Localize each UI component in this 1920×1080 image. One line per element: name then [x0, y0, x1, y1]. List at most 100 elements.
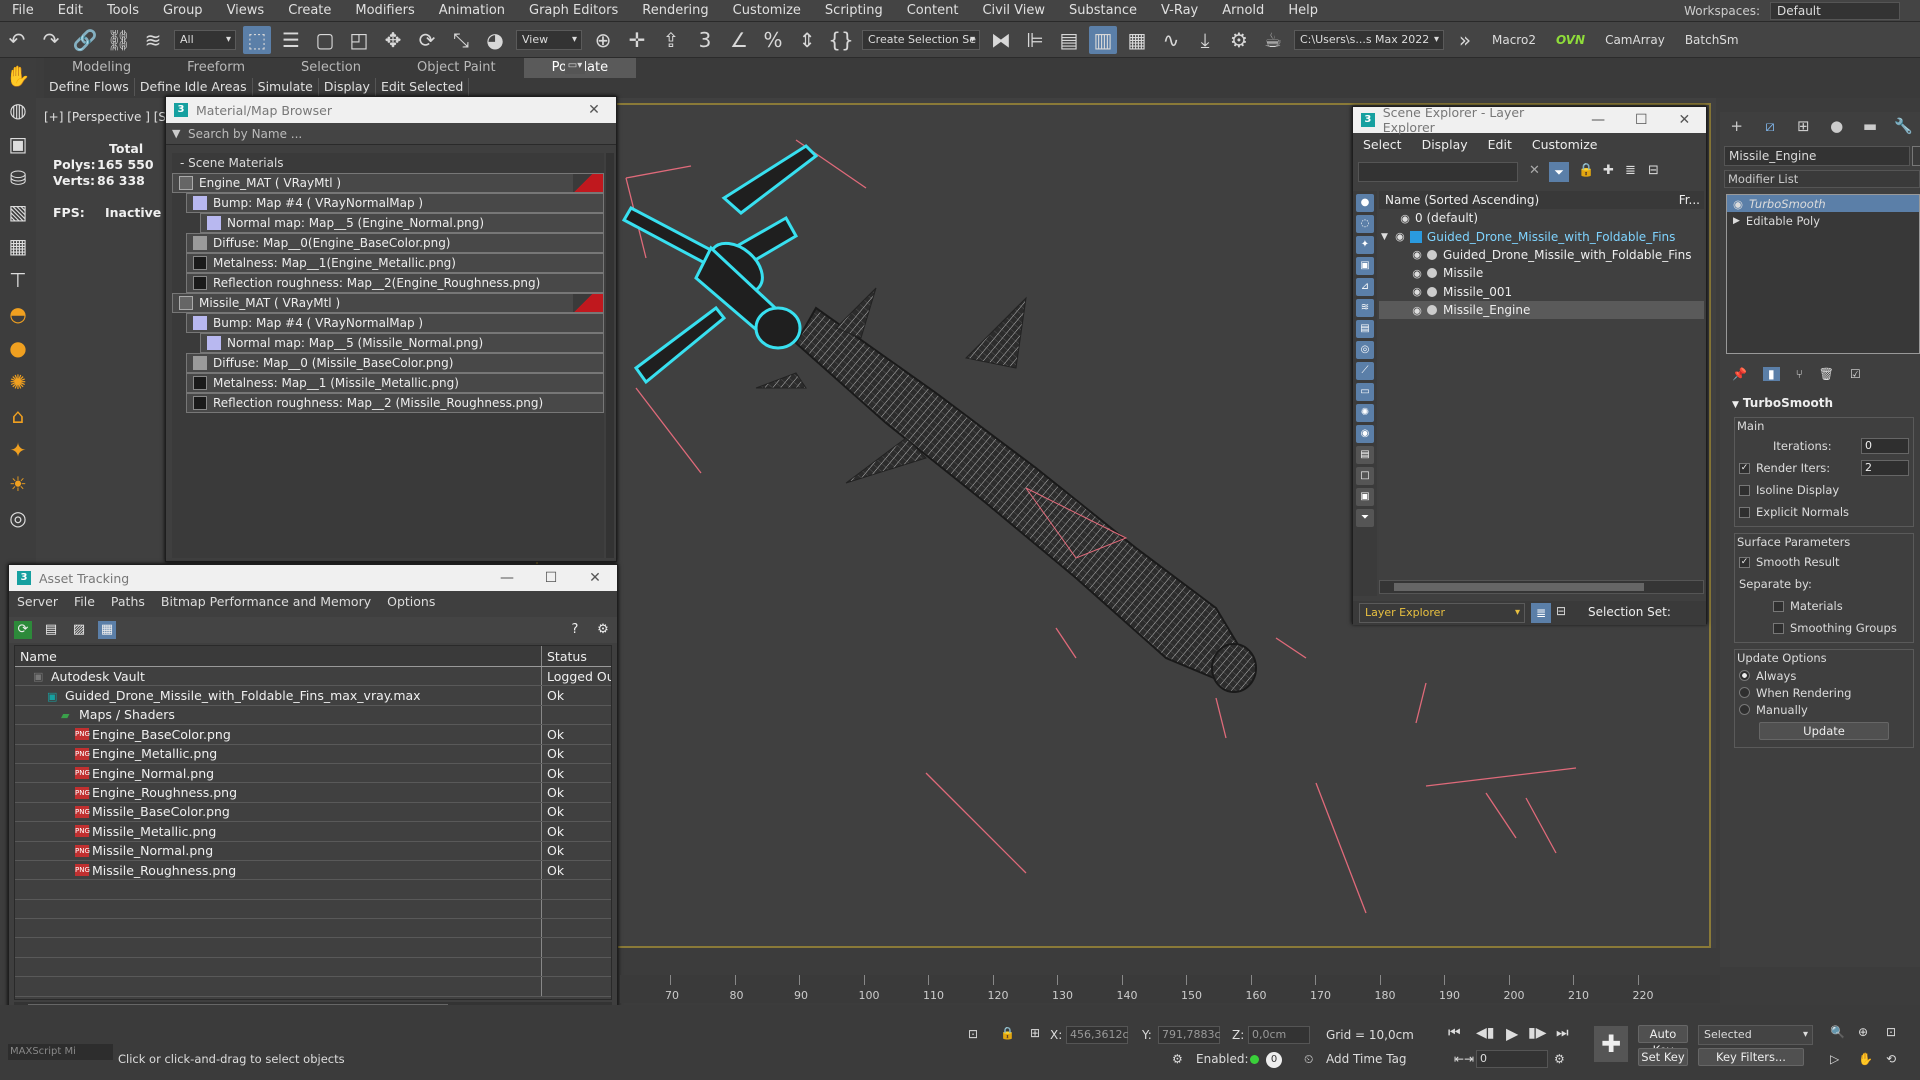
key-filters-button[interactable]: Key Filters... [1698, 1048, 1804, 1066]
update-button[interactable]: Update [1759, 722, 1889, 740]
pivot-icon[interactable]: ⊕ [589, 26, 617, 54]
goto-start-icon[interactable]: ⏮ [1448, 1025, 1461, 1041]
box-icon[interactable]: ▧ [2, 196, 34, 228]
pedestal-icon[interactable]: ⊤ [2, 264, 34, 296]
scene-explorer-icon[interactable]: ▤ [1055, 26, 1083, 54]
snaps-toggle-icon[interactable]: 3 [691, 26, 719, 54]
isoline-display-checkbox[interactable] [1739, 484, 1750, 496]
stack-item-editable-poly[interactable]: ▶ Editable Poly [1727, 212, 1919, 229]
grid-sphere-icon[interactable]: ◎ [2, 502, 34, 534]
menu-item-content[interactable]: Content [895, 0, 971, 22]
remove-modifier-icon[interactable]: 🗑 [1819, 367, 1834, 381]
visibility-filter-icon[interactable]: ◉ [1356, 425, 1374, 443]
map-item[interactable]: Reflection roughness: Map__2 (Missile_Ro… [186, 393, 604, 413]
scene-object-row[interactable]: ◉ Missile [1379, 264, 1704, 282]
named-selection-dropdown[interactable]: Create Selection Se [862, 29, 980, 50]
column-header-name[interactable]: Name [15, 646, 542, 666]
hierarchy-tab-icon[interactable]: ⊞ [1792, 114, 1815, 138]
eye-icon[interactable]: ◉ [1410, 267, 1424, 280]
material-item[interactable]: Engine_MAT ( VRayMtl ) [172, 173, 604, 193]
menu-item-substance[interactable]: Substance [1057, 0, 1149, 22]
asset-menu-file[interactable]: File [66, 591, 103, 613]
lamp-icon[interactable]: ⌂ [2, 400, 34, 432]
lock-selection-icon[interactable]: 🔒 [1000, 1026, 1015, 1040]
walk-icon[interactable]: ✋ [1858, 1052, 1873, 1066]
when-rendering-radio[interactable] [1739, 687, 1750, 698]
stack-item-turbosmooth[interactable]: ◉ TurboSmooth [1727, 195, 1919, 212]
angle-snap-icon[interactable]: ∠ [725, 26, 753, 54]
map-item[interactable]: Diffuse: Map__0 (Missile_BaseColor.png) [186, 353, 604, 373]
chevron-more-icon[interactable]: » [1451, 26, 1479, 54]
add-time-tag-label[interactable]: Add Time Tag [1326, 1052, 1407, 1066]
ovn-button[interactable]: OVN [1556, 33, 1585, 47]
asset-row[interactable]: ▰ Maps / Shaders [15, 705, 611, 726]
y-coordinate-field[interactable]: 791,7883c [1158, 1026, 1221, 1044]
move-icon[interactable]: ✥ [379, 26, 407, 54]
cylinder-icon[interactable]: ⛁ [2, 162, 34, 194]
ribbon-subitem-edit-selected[interactable]: Edit Selected [376, 78, 470, 96]
ribbon-toggle-icon[interactable]: ▦ [1123, 26, 1151, 54]
asset-menu-paths[interactable]: Paths [103, 591, 153, 613]
map-item[interactable]: Bump: Map #4 ( VRayNormalMap ) [186, 313, 604, 333]
asset-row[interactable]: PNG Missile_BaseColor.png Ok [15, 802, 611, 823]
maximize-icon[interactable]: ☐ [529, 570, 573, 586]
material-item[interactable]: Missile_MAT ( VRayMtl ) [172, 293, 604, 313]
rollout-title[interactable]: ▼ TurboSmooth [1724, 394, 1920, 414]
eye-icon[interactable]: ◉ [1410, 304, 1424, 317]
expand-arrow-icon[interactable]: ▼ [1381, 232, 1388, 242]
scale-icon[interactable]: ⤡ [447, 26, 475, 54]
isolate-icon[interactable]: ⊡ [968, 1027, 978, 1041]
set-key-button[interactable]: Set Key [1638, 1048, 1688, 1066]
render-iters-checkbox[interactable]: ✓ [1739, 462, 1750, 474]
create-tab-icon[interactable]: + [1725, 114, 1748, 138]
menu-item-graph-editors[interactable]: Graph Editors [517, 0, 630, 22]
sphere-icon[interactable]: ● [2, 332, 34, 364]
map-item[interactable]: Diffuse: Map__0(Engine_BaseColor.png) [186, 233, 604, 253]
project-path-dropdown[interactable]: C:\Users\s...s Max 2022 [1294, 29, 1444, 50]
x-coordinate-field[interactable]: 456,3612c [1066, 1026, 1129, 1044]
rect-selection-icon[interactable]: ▢ [311, 26, 339, 54]
column-header-name[interactable]: Name (Sorted Ascending) [1385, 191, 1539, 209]
menu-item-file[interactable]: File [0, 0, 46, 22]
menu-item-arnold[interactable]: Arnold [1210, 0, 1276, 22]
lights-filter-icon[interactable]: ✦ [1356, 236, 1374, 254]
material-editor-icon[interactable]: ⚙ [1225, 26, 1253, 54]
helpers-filter-icon[interactable]: ⊿ [1356, 278, 1374, 296]
asset-tracking-titlebar[interactable]: 3 Asset Tracking — ☐ ✕ [9, 565, 617, 591]
table-view-icon[interactable]: ▦ [98, 621, 116, 639]
asset-row[interactable]: PNG Engine_Roughness.png Ok [15, 783, 611, 803]
goto-end-icon[interactable]: ⏭ [1556, 1025, 1569, 1041]
image-view-icon[interactable]: ▨ [70, 621, 88, 639]
layer-explorer-icon[interactable]: ▥ [1089, 25, 1117, 54]
ribbon-tab-modeling[interactable]: Modeling [44, 58, 159, 78]
zoom-all-icon[interactable]: ⊕ [1858, 1025, 1868, 1039]
clear-search-icon[interactable]: ✕ [1529, 163, 1540, 178]
motion-tab-icon[interactable]: ● [1825, 114, 1848, 138]
zoom-icon[interactable]: 🔍 [1830, 1025, 1845, 1039]
scene-materials-group[interactable]: - Scene Materials [172, 153, 604, 173]
scene-layer-row[interactable]: ◉ 0 (default) [1379, 209, 1704, 227]
menu-item-edit[interactable]: Edit [46, 0, 95, 22]
smoothing-groups-checkbox[interactable] [1773, 622, 1784, 634]
map-item[interactable]: Bump: Map #4 ( VRayNormalMap ) [186, 193, 604, 213]
scene-object-row[interactable]: ◉ Guided_Drone_Missile_with_Foldable_Fins [1379, 246, 1704, 264]
zoom-extents-icon[interactable]: ⊡ [1886, 1025, 1896, 1039]
menu-item-help[interactable]: Help [1276, 0, 1330, 22]
asset-row[interactable]: ▣ Guided_Drone_Missile_with_Foldable_Fins… [15, 686, 611, 706]
smooth-result-checkbox[interactable]: ✓ [1739, 556, 1750, 568]
close-icon[interactable]: ✕ [572, 102, 616, 118]
batchsm-button[interactable]: BatchSm [1685, 33, 1739, 47]
menu-item-create[interactable]: Create [276, 0, 343, 22]
filter-icon[interactable]: ⏷ [1549, 162, 1569, 182]
ribbon-tab-freeform[interactable]: Freeform [159, 58, 273, 78]
asset-menu-bitmap-performance-and-memory[interactable]: Bitmap Performance and Memory [153, 591, 379, 613]
object-color-swatch[interactable] [1912, 146, 1920, 166]
maxscript-listener[interactable]: MAXScript Mi [8, 1044, 113, 1060]
eye-icon[interactable]: ◉ [1733, 197, 1743, 211]
display-all-icon[interactable]: ▤ [1356, 446, 1374, 464]
configure-sets-icon[interactable]: ☑ [1850, 367, 1861, 381]
ribbon-subitem-simulate[interactable]: Simulate [253, 78, 319, 96]
render-iters-spinner[interactable]: 2 [1861, 460, 1909, 476]
bind-spacewarp-icon[interactable]: ≋ [139, 26, 167, 54]
scene-explorer-titlebar[interactable]: 3 Scene Explorer - Layer Explorer — ☐ ✕ [1353, 105, 1706, 135]
